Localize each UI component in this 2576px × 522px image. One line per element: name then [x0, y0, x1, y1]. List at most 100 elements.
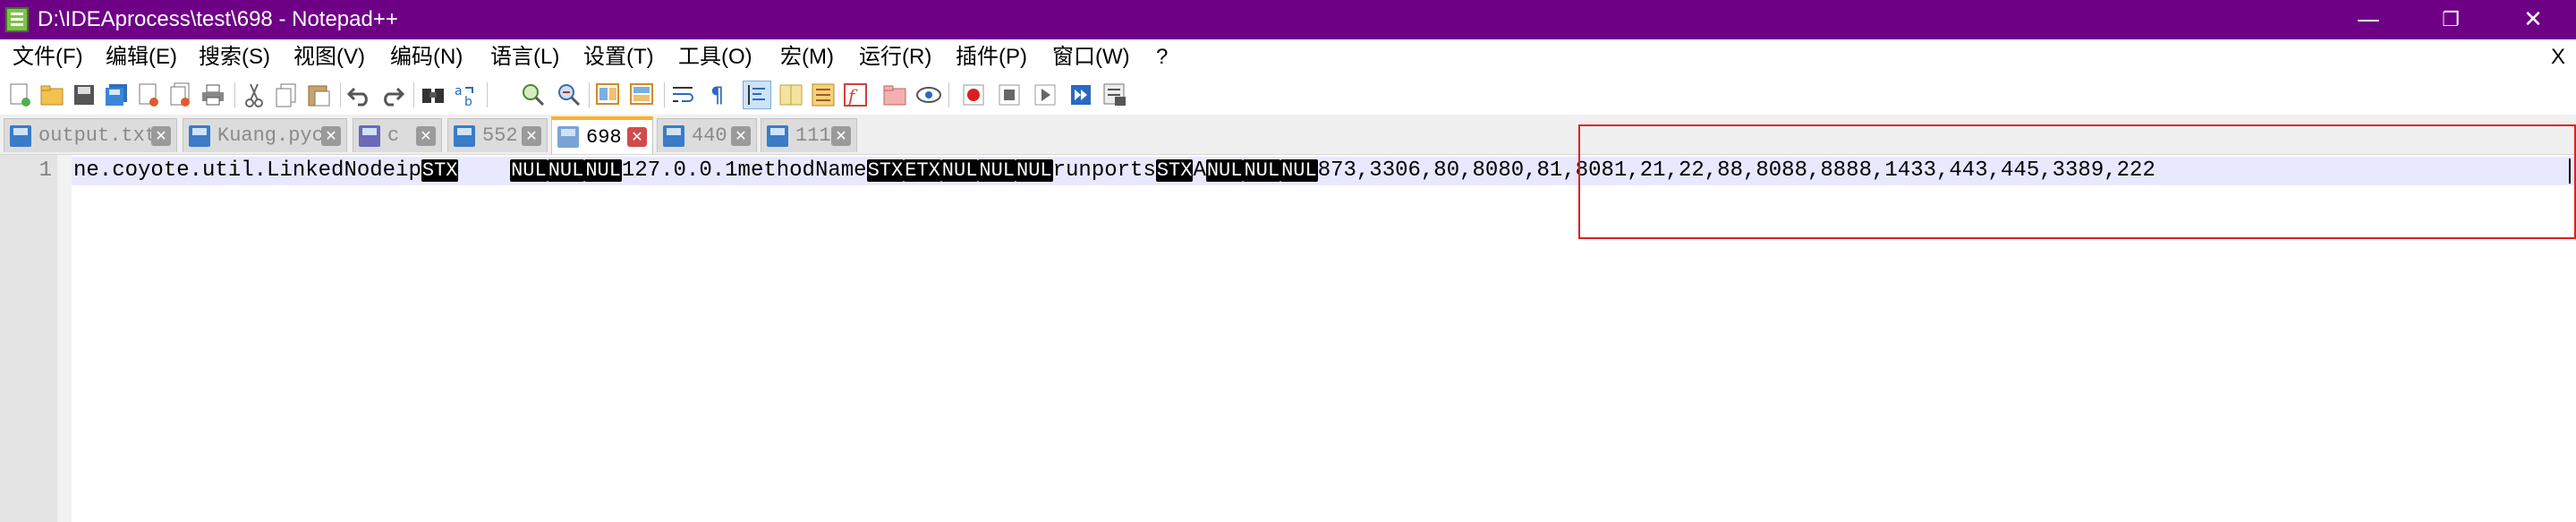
tab-close-icon[interactable]: ✕ [321, 126, 341, 146]
tab-label: 698 [586, 125, 622, 149]
tab-c[interactable]: c ✕ [353, 118, 442, 152]
close-button[interactable]: ✕ [2492, 0, 2574, 39]
save-macro-icon[interactable] [1101, 81, 1129, 109]
menu-settings[interactable]: 设置(T) [583, 45, 654, 70]
menu-tools[interactable]: 工具(O) [678, 45, 752, 70]
minimize-button[interactable]: — [2327, 0, 2410, 39]
folder-as-workspace-icon[interactable] [880, 81, 909, 109]
tab-kuang-pyc[interactable]: Kuang.pyc ✕ [183, 118, 347, 152]
tab-output-txt[interactable]: output.txt ✕ [4, 118, 177, 152]
saved-file-icon [663, 124, 684, 147]
record-macro-icon[interactable] [959, 81, 988, 109]
tab-close-icon[interactable]: ✕ [831, 126, 851, 146]
close-document-button[interactable]: X [2551, 45, 2565, 70]
control-char: NUL [1280, 159, 1318, 182]
control-char: NUL [510, 159, 548, 182]
text-segment: runports [1052, 158, 1156, 183]
control-char: NUL [978, 159, 1016, 182]
control-char: STX [866, 159, 905, 182]
menu-macro[interactable]: 宏(M) [780, 45, 834, 70]
window-title: D:\IDEAprocess\test\698 - Notepad++ [38, 7, 398, 31]
close-all-icon[interactable] [166, 81, 195, 109]
copy-icon[interactable] [272, 81, 301, 109]
toolbar-separator [413, 82, 414, 107]
toolbar-separator [664, 82, 665, 107]
control-char: ETX [904, 159, 941, 182]
save-icon[interactable] [70, 81, 98, 109]
text-segment: A [1193, 158, 1206, 183]
tab-label: 111 [795, 124, 831, 147]
tab-label: 552 [482, 124, 518, 147]
tab-698[interactable]: 698 ✕ [551, 116, 653, 154]
tab-close-icon[interactable]: ✕ [731, 126, 751, 146]
line-number: 1 [38, 158, 52, 183]
menu-run[interactable]: 运行(R) [859, 45, 931, 70]
run-macro-multiple-icon[interactable] [1067, 81, 1095, 109]
control-char: NUL [1205, 159, 1244, 182]
text-segment [458, 158, 510, 183]
text-segment: 127.0.0.1methodName [621, 158, 867, 183]
toolbar-separator [487, 82, 488, 107]
function-list-icon[interactable] [809, 81, 837, 109]
redo-icon[interactable] [378, 81, 406, 109]
saved-file-icon [10, 124, 31, 147]
toolbar-separator [948, 82, 949, 107]
tab-440[interactable]: 440 ✕ [657, 118, 757, 152]
menu-edit[interactable]: 编辑(E) [106, 45, 177, 70]
saved-file-icon [454, 124, 475, 147]
menu-encoding[interactable]: 编码(N) [390, 45, 463, 70]
cut-icon[interactable] [240, 81, 268, 109]
print-icon[interactable] [199, 81, 227, 109]
tab-552[interactable]: 552 ✕ [447, 118, 548, 152]
play-macro-icon[interactable] [1031, 81, 1059, 109]
monitor-icon[interactable] [914, 81, 943, 109]
toolbar-separator [589, 82, 590, 107]
new-file-icon[interactable] [5, 81, 34, 109]
saved-file-icon [189, 124, 210, 147]
menu-search[interactable]: 搜索(S) [199, 45, 270, 70]
find-icon[interactable] [419, 81, 447, 109]
svg-text:¶: ¶ [710, 82, 724, 107]
menu-language[interactable]: 语言(L) [490, 45, 559, 70]
tab-close-icon[interactable]: ✕ [522, 126, 541, 146]
sync-horizontal-icon[interactable] [628, 81, 657, 109]
tab-111[interactable]: 111 ✕ [761, 118, 857, 152]
stop-record-icon[interactable] [995, 81, 1024, 109]
menu-view[interactable]: 视图(V) [293, 45, 365, 70]
notepadpp-app-icon[interactable] [5, 7, 29, 32]
word-wrap-icon[interactable] [669, 81, 698, 109]
tab-close-icon[interactable]: ✕ [151, 126, 171, 146]
title-bar: D:\IDEAprocess\test\698 - Notepad++ — ❐ … [0, 0, 2576, 39]
saved-file-icon [359, 124, 380, 147]
tab-close-icon[interactable]: ✕ [416, 126, 436, 146]
menu-plugins[interactable]: 插件(P) [956, 45, 1027, 70]
replace-icon[interactable]: ab [451, 81, 480, 109]
doc-map-icon[interactable] [777, 81, 805, 109]
paste-icon[interactable] [304, 81, 333, 109]
open-file-icon[interactable] [38, 81, 66, 109]
menu-file[interactable]: 文件(F) [13, 45, 83, 70]
undo-icon[interactable] [345, 81, 374, 109]
folder-workspace-icon[interactable]: f [841, 81, 870, 109]
save-all-icon[interactable] [102, 81, 131, 109]
maximize-button[interactable]: ❐ [2410, 0, 2492, 39]
menu-help[interactable]: ? [1156, 45, 1168, 70]
close-icon[interactable] [134, 81, 163, 109]
menu-window[interactable]: 窗口(W) [1052, 45, 1130, 70]
saved-file-icon [557, 126, 579, 148]
fold-margin [57, 155, 72, 522]
editor-area[interactable]: 1 ne.coyote.util.LinkedNodeipSTX NULNULN… [0, 124, 2576, 522]
sync-vertical-icon[interactable] [594, 81, 623, 109]
toolbar-separator [340, 82, 341, 107]
svg-text:b: b [464, 95, 472, 107]
control-char: STX [421, 159, 459, 182]
control-char: NUL [547, 159, 585, 182]
tab-label: 440 [692, 124, 727, 147]
zoom-out-icon[interactable] [555, 81, 583, 109]
tab-label: output.txt [38, 124, 157, 147]
control-char: NUL [1016, 159, 1053, 182]
indent-guide-icon[interactable] [743, 81, 771, 109]
zoom-in-icon[interactable] [519, 81, 548, 109]
tab-close-icon[interactable]: ✕ [627, 127, 647, 147]
show-all-chars-icon[interactable]: ¶ [703, 81, 732, 109]
